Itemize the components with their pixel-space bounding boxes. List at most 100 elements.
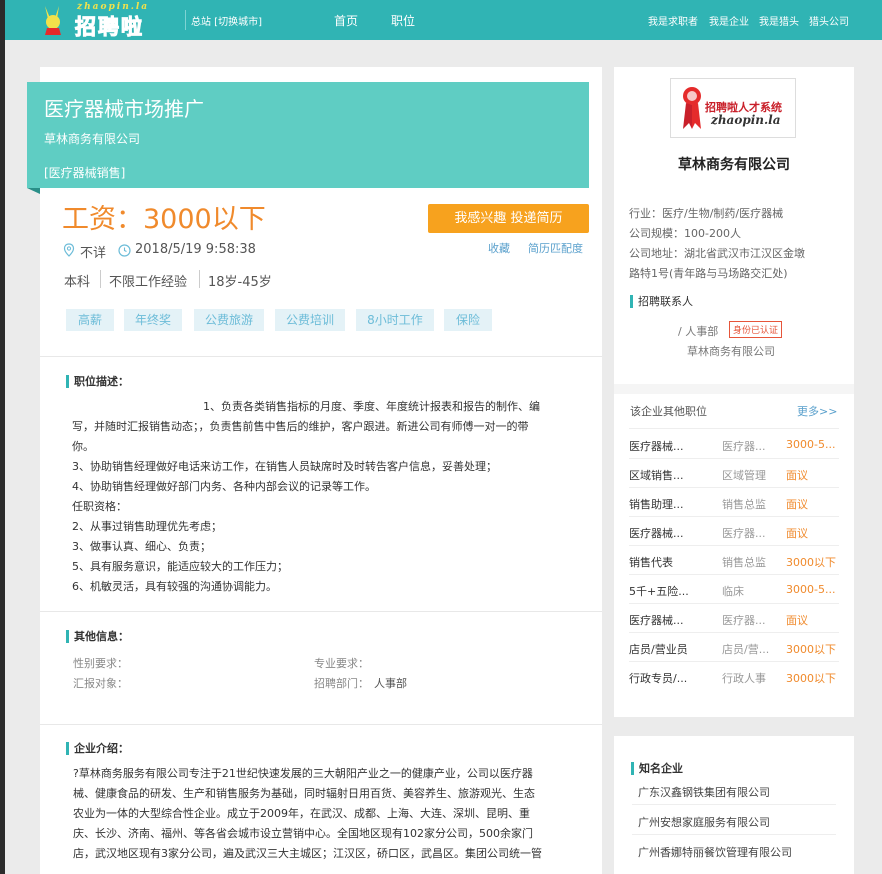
apply-button[interactable]: 我感兴趣 投递简历: [428, 204, 589, 233]
link-employer[interactable]: 我是企业: [709, 13, 749, 28]
job-title: 医疗器械市场推广: [44, 97, 204, 121]
city-switch[interactable]: 总站 [切换城市]: [191, 13, 262, 28]
famous-company-link[interactable]: 广州安想家庭服务有限公司: [638, 814, 770, 830]
other-job-name[interactable]: 销售代表: [629, 554, 673, 570]
ribbon-badge-icon: [683, 87, 701, 129]
description-line: 6、机敏灵活，具有较强的沟通协调能力。: [72, 580, 277, 593]
other-jobs-title: 该企业其他职位: [630, 405, 707, 418]
other-job-salary: 面议: [786, 527, 808, 540]
contact-department: / 人事部: [678, 325, 719, 338]
req-experience: 不限工作经验: [109, 275, 188, 290]
row-divider: [629, 516, 839, 517]
benefit-tag: 高薪: [66, 309, 114, 331]
department-label: 招聘部门：: [314, 677, 369, 690]
intro-line: 店，武汉地区现有3家分公司，遍及武汉三大主城区；江汉区，硚口区，武昌区。集团公司…: [73, 847, 542, 860]
other-job-name[interactable]: 医疗器械...: [629, 612, 684, 628]
header-divider: [185, 10, 186, 30]
description-line: 3、协助销售经理做好电话来访工作，在销售人员缺席时及时转告客户信息，妥善处理；: [72, 460, 497, 473]
other-job-row[interactable]: 5千+五险... 临床 3000-5...: [629, 583, 839, 603]
other-job-name[interactable]: 医疗器械...: [629, 525, 684, 541]
row-divider: [629, 487, 839, 488]
row-divider: [632, 804, 836, 805]
post-date: 2018/5/19 9:58:38: [135, 242, 256, 257]
nav-home[interactable]: 首页: [334, 12, 358, 29]
description-line: 3、做事认真、细心、负责；: [72, 540, 211, 553]
other-job-category: 销售总监: [722, 498, 766, 511]
other-job-category: 店员/营...: [722, 643, 770, 656]
other-job-salary: 3000以下: [786, 672, 836, 685]
other-job-name[interactable]: 医疗器械...: [629, 438, 684, 454]
intro-line: 械、健康食品的研发、生产和销售服务为基础，同时辐射日用百货、美容养生、旅游观光、…: [73, 787, 535, 800]
other-job-salary: 面议: [786, 469, 808, 482]
company-industry: 行业：医疗/生物/制药/医疗器械: [629, 207, 784, 220]
other-job-row[interactable]: 医疗器械... 医疗器... 面议: [629, 525, 839, 545]
logo-site-text: zhaopin.la: [711, 113, 781, 127]
link-headhunter[interactable]: 我是猎头: [759, 13, 799, 28]
other-job-name[interactable]: 5千+五险...: [629, 583, 689, 599]
verified-badge: 身份已认证: [729, 321, 783, 338]
logo-chinese-text: 招聘啦: [75, 15, 144, 40]
link-headhunter-company[interactable]: 猎头公司: [809, 13, 849, 28]
link-job-seeker[interactable]: 我是求职者: [648, 13, 698, 28]
description-line: 5、具有服务意识，能适应较大的工作压力；: [72, 560, 288, 573]
other-job-salary: 面议: [786, 614, 808, 627]
other-job-name[interactable]: 区域销售...: [629, 467, 684, 483]
row-divider: [629, 428, 839, 429]
report-to-label: 汇报对象：: [73, 677, 128, 690]
site-logo[interactable]: zhaopin.la 招聘啦: [39, 2, 179, 40]
window-edge: [0, 0, 5, 874]
other-job-row[interactable]: 销售代表 销售总监 3000以下: [629, 554, 839, 574]
req-divider: [100, 270, 101, 288]
other-job-row[interactable]: 区域销售... 区域管理 面议: [629, 467, 839, 487]
benefit-tag: 年终奖: [124, 309, 182, 331]
location-icon: [63, 243, 75, 257]
company-intro: ?草林商务服务有限公司专注于21世纪快速发展的三大朝阳产业之一的健康产业，公司以…: [73, 764, 573, 864]
top-header: zhaopin.la 招聘啦 总站 [切换城市] 首页 职位 我是求职者 我是企…: [5, 0, 882, 40]
description-line: 2、从事过销售助理优先考虑；: [72, 520, 222, 533]
sidebar-band: [614, 384, 854, 394]
job-description: 1、负责各类销售指标的月度、季度、年度统计报表和报告的制作、编 写，并随时汇报销…: [72, 397, 572, 597]
other-job-row[interactable]: 行政专员/... 行政人事 3000以下: [629, 670, 839, 690]
row-divider: [629, 603, 839, 604]
section-divider: [40, 724, 602, 725]
department-value: 人事部: [374, 677, 407, 690]
other-job-row[interactable]: 医疗器械... 医疗器... 3000-5...: [629, 438, 839, 458]
other-job-name[interactable]: 销售助理...: [629, 496, 684, 512]
benefit-tag: 保险: [444, 309, 492, 331]
sidebar-company-name[interactable]: 草林商务有限公司: [614, 154, 854, 174]
famous-company-link[interactable]: 广东汉鑫钢铁集团有限公司: [638, 784, 770, 800]
intro-line: ?草林商务服务有限公司专注于21世纪快速发展的三大朝阳产业之一的健康产业，公司以…: [73, 767, 533, 780]
other-job-category: 医疗器...: [722, 527, 766, 540]
req-divider: [199, 270, 200, 288]
row-divider: [629, 574, 839, 575]
other-job-name[interactable]: 店员/营业员: [629, 641, 688, 657]
banner-fold: [27, 188, 40, 194]
section-divider: [40, 611, 602, 612]
resume-match-link[interactable]: 简历匹配度: [528, 240, 583, 256]
company-logo[interactable]: 招聘啦人才系统 zhaopin.la: [670, 78, 796, 138]
other-job-category: 临床: [722, 585, 744, 598]
description-line: 你。: [72, 440, 94, 453]
other-job-salary: 3000-5...: [786, 438, 836, 451]
intro-line: 农业为一体的大型综合性企业。成立于2009年，在武汉、成都、上海、大连、深圳、昆…: [73, 807, 530, 820]
row-divider: [629, 661, 839, 662]
req-education: 本科: [64, 275, 91, 290]
clock-icon: [118, 244, 131, 257]
contact-company: 草林商务有限公司: [687, 345, 775, 358]
description-line: 4、协助销售经理做好部门内务、各种内部会议的记录等工作。: [72, 480, 376, 493]
company-name-link[interactable]: 草林商务有限公司: [44, 130, 140, 147]
other-job-category: 医疗器...: [722, 440, 766, 453]
rabbit-logo-icon: [45, 6, 61, 35]
famous-company-link[interactable]: 广州香娜特丽餐饮管理有限公司: [638, 844, 792, 860]
other-job-row[interactable]: 医疗器械... 医疗器... 面议: [629, 612, 839, 632]
other-job-salary: 面议: [786, 498, 808, 511]
intro-line: 庆、长沙、济南、福州、等各省会城市设立营销中心。全国地区现有102家分公司，50…: [73, 827, 533, 840]
favorite-link[interactable]: 收藏: [488, 240, 510, 256]
other-job-row[interactable]: 店员/营业员 店员/营... 3000以下: [629, 641, 839, 661]
other-job-row[interactable]: 销售助理... 销售总监 面议: [629, 496, 839, 516]
company-address: 公司地址：湖北省武汉市江汉区金墩: [629, 247, 805, 260]
other-job-name[interactable]: 行政专员/...: [629, 670, 687, 686]
nav-jobs[interactable]: 职位: [391, 12, 415, 29]
more-jobs-link[interactable]: 更多>>: [797, 403, 837, 419]
req-age: 18岁-45岁: [208, 275, 272, 290]
